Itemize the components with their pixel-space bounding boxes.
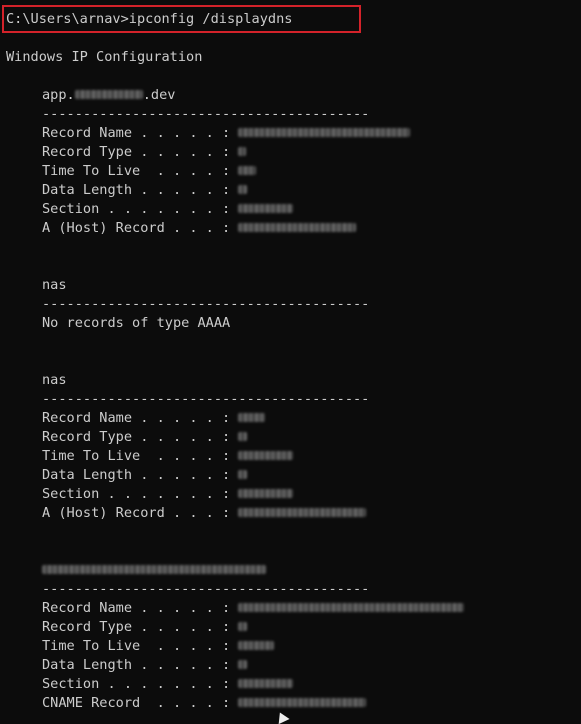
record-row: CNAME Record . . . . : [42, 694, 367, 713]
redacted-value [238, 450, 294, 460]
record-label: A (Host) Record . . . : [42, 505, 239, 521]
output-header: Windows IP Configuration [6, 49, 203, 65]
record-label: Data Length . . . . . : [42, 657, 239, 673]
redacted-value [238, 146, 247, 156]
terminal-window: C:\Users\arnav>ipconfig /displaydns Wind… [0, 0, 581, 724]
record-label: Time To Live . . . . : [42, 163, 239, 179]
record-row: Time To Live . . . . : [42, 637, 275, 656]
record-label: Record Name . . . . . : [42, 125, 239, 141]
redacted-value [238, 659, 248, 669]
record-label: Data Length . . . . . : [42, 467, 239, 483]
record-label: Section . . . . . . . : [42, 486, 239, 502]
record-row: Record Name . . . . . : [42, 409, 266, 428]
record-row: Data Length . . . . . : [42, 466, 248, 485]
record-label: Record Name . . . . . : [42, 410, 239, 426]
redacted-value [238, 507, 367, 517]
record-row: Record Type . . . . . : [42, 428, 248, 447]
entry-name: nas [42, 277, 67, 293]
separator: ---------------------------------------- [42, 296, 370, 312]
record-label: Record Type . . . . . : [42, 429, 239, 445]
record-label: A (Host) Record . . . : [42, 220, 239, 236]
redacted-value [238, 697, 367, 707]
separator: ---------------------------------------- [42, 391, 370, 407]
redacted-value [238, 602, 465, 612]
redacted-value [238, 488, 294, 498]
entry-name: app. .dev [42, 86, 176, 105]
no-records-message: No records of type AAAA [42, 315, 231, 331]
record-label: Time To Live . . . . : [42, 448, 239, 464]
record-label: Record Type . . . . . : [42, 619, 239, 635]
entry-name [42, 561, 266, 580]
record-row: Section . . . . . . . : [42, 200, 294, 219]
redacted-value [238, 184, 248, 194]
redacted-value [238, 678, 294, 688]
record-label: Record Type . . . . . : [42, 144, 239, 160]
record-row: Record Type . . . . . : [42, 618, 248, 637]
record-label: Section . . . . . . . : [42, 201, 239, 217]
record-row: Time To Live . . . . : [42, 162, 257, 181]
redacted-value [238, 621, 248, 631]
record-label: Time To Live . . . . : [42, 638, 239, 654]
redacted-value [238, 412, 266, 422]
command-line: C:\Users\arnav>ipconfig /displaydns [6, 11, 293, 27]
record-row: Record Type . . . . . : [42, 143, 247, 162]
record-label: Section . . . . . . . : [42, 676, 239, 692]
separator: ---------------------------------------- [42, 581, 370, 597]
entry-name-suffix: .dev [142, 87, 176, 103]
record-label: CNAME Record . . . . : [42, 695, 239, 711]
entry-name-prefix: app. [42, 87, 75, 103]
record-row: A (Host) Record . . . : [42, 219, 357, 238]
record-row: Record Name . . . . . : [42, 124, 411, 143]
redacted-text [42, 564, 266, 574]
redacted-text [74, 89, 143, 99]
redacted-value [238, 222, 357, 232]
redacted-value [238, 127, 411, 137]
record-row: Section . . . . . . . : [42, 675, 294, 694]
entry-name: nas [42, 372, 67, 388]
record-row: Record Name . . . . . : [42, 599, 465, 618]
separator: ---------------------------------------- [42, 106, 370, 122]
record-label: Record Name . . . . . : [42, 600, 239, 616]
record-row: Time To Live . . . . : [42, 447, 294, 466]
record-row: A (Host) Record . . . : [42, 504, 367, 523]
record-label: Data Length . . . . . : [42, 182, 239, 198]
record-row: Data Length . . . . . : [42, 656, 248, 675]
redacted-value [238, 203, 294, 213]
redacted-value [238, 469, 248, 479]
redacted-value [238, 640, 275, 650]
redacted-value [238, 165, 257, 175]
record-row: Data Length . . . . . : [42, 181, 248, 200]
record-row: Section . . . . . . . : [42, 485, 294, 504]
redacted-value [238, 431, 248, 441]
